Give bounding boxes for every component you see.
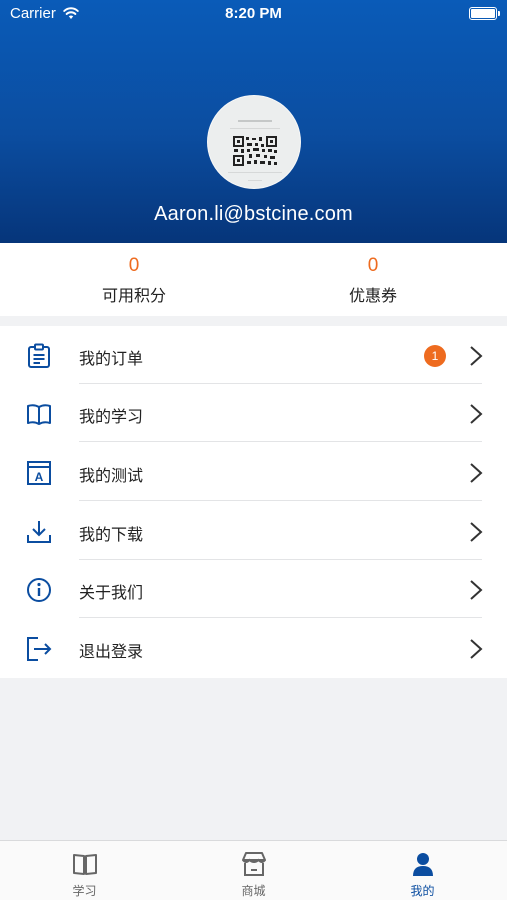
clipboard-icon: [28, 343, 50, 368]
tab-label: 商城: [241, 884, 266, 898]
avatar[interactable]: [207, 95, 301, 189]
menu-item-logout[interactable]: 退出登录: [0, 619, 507, 677]
coupons-value: 0: [367, 255, 379, 276]
person-icon: [413, 853, 433, 876]
chevron-right-icon: [470, 580, 483, 600]
tab-label: 学习: [72, 884, 97, 898]
menu-item-label: 我的订单: [79, 349, 144, 368]
menu-list: 我的订单 1 我的学习 A 我的测试 我的下载 关于我们 退出登录: [0, 326, 507, 678]
book-icon: [73, 854, 97, 875]
book-icon: [27, 404, 51, 425]
info-icon: [27, 578, 51, 602]
chevron-right-icon: [470, 639, 483, 659]
menu-item-about[interactable]: 关于我们: [0, 560, 507, 618]
divider: [79, 500, 482, 501]
store-icon: [242, 852, 266, 876]
status-bar: Carrier 8:20 PM: [0, 0, 507, 30]
menu-item-learning[interactable]: 我的学习: [0, 384, 507, 442]
points-value: 0: [128, 255, 140, 276]
clock: 8:20 PM: [225, 5, 282, 22]
tab-store[interactable]: 商城: [169, 841, 338, 900]
menu-item-label: 我的学习: [79, 407, 144, 426]
chevron-right-icon: [470, 346, 483, 366]
menu-item-label: 关于我们: [79, 583, 144, 602]
tab-bar: 学习 商城 我的: [0, 840, 507, 900]
menu-item-orders[interactable]: 我的订单 1: [0, 326, 507, 384]
profile-header: Carrier 8:20 PM Aaron.li@bstcine.com: [0, 0, 507, 243]
coupons-stat[interactable]: 0 优惠券: [273, 243, 473, 316]
stats-panel: 0 可用积分 0 优惠券: [0, 243, 507, 316]
battery-icon: [469, 7, 500, 20]
qr-code-image: [230, 136, 280, 166]
chevron-right-icon: [470, 463, 483, 483]
menu-item-downloads[interactable]: 我的下载: [0, 502, 507, 560]
logout-icon: [27, 637, 52, 661]
chevron-right-icon: [470, 404, 483, 424]
download-icon: [27, 521, 51, 543]
tab-label: 我的: [410, 884, 435, 898]
points-stat[interactable]: 0 可用积分: [34, 243, 234, 316]
tab-profile[interactable]: 我的: [338, 841, 507, 900]
coupons-label: 优惠券: [348, 286, 397, 305]
user-email: Aaron.li@bstcine.com: [154, 203, 353, 225]
menu-item-tests[interactable]: A 我的测试: [0, 443, 507, 501]
chevron-right-icon: [470, 522, 483, 542]
order-count-badge: 1: [424, 345, 446, 367]
test-icon: A: [27, 461, 51, 485]
divider: [79, 441, 482, 442]
menu-item-label: 我的测试: [79, 466, 144, 485]
svg-text:A: A: [35, 470, 44, 484]
menu-item-label: 退出登录: [79, 642, 144, 661]
menu-item-label: 我的下载: [79, 525, 144, 544]
points-label: 可用积分: [101, 286, 166, 305]
tab-learning[interactable]: 学习: [0, 841, 169, 900]
divider: [79, 617, 482, 618]
